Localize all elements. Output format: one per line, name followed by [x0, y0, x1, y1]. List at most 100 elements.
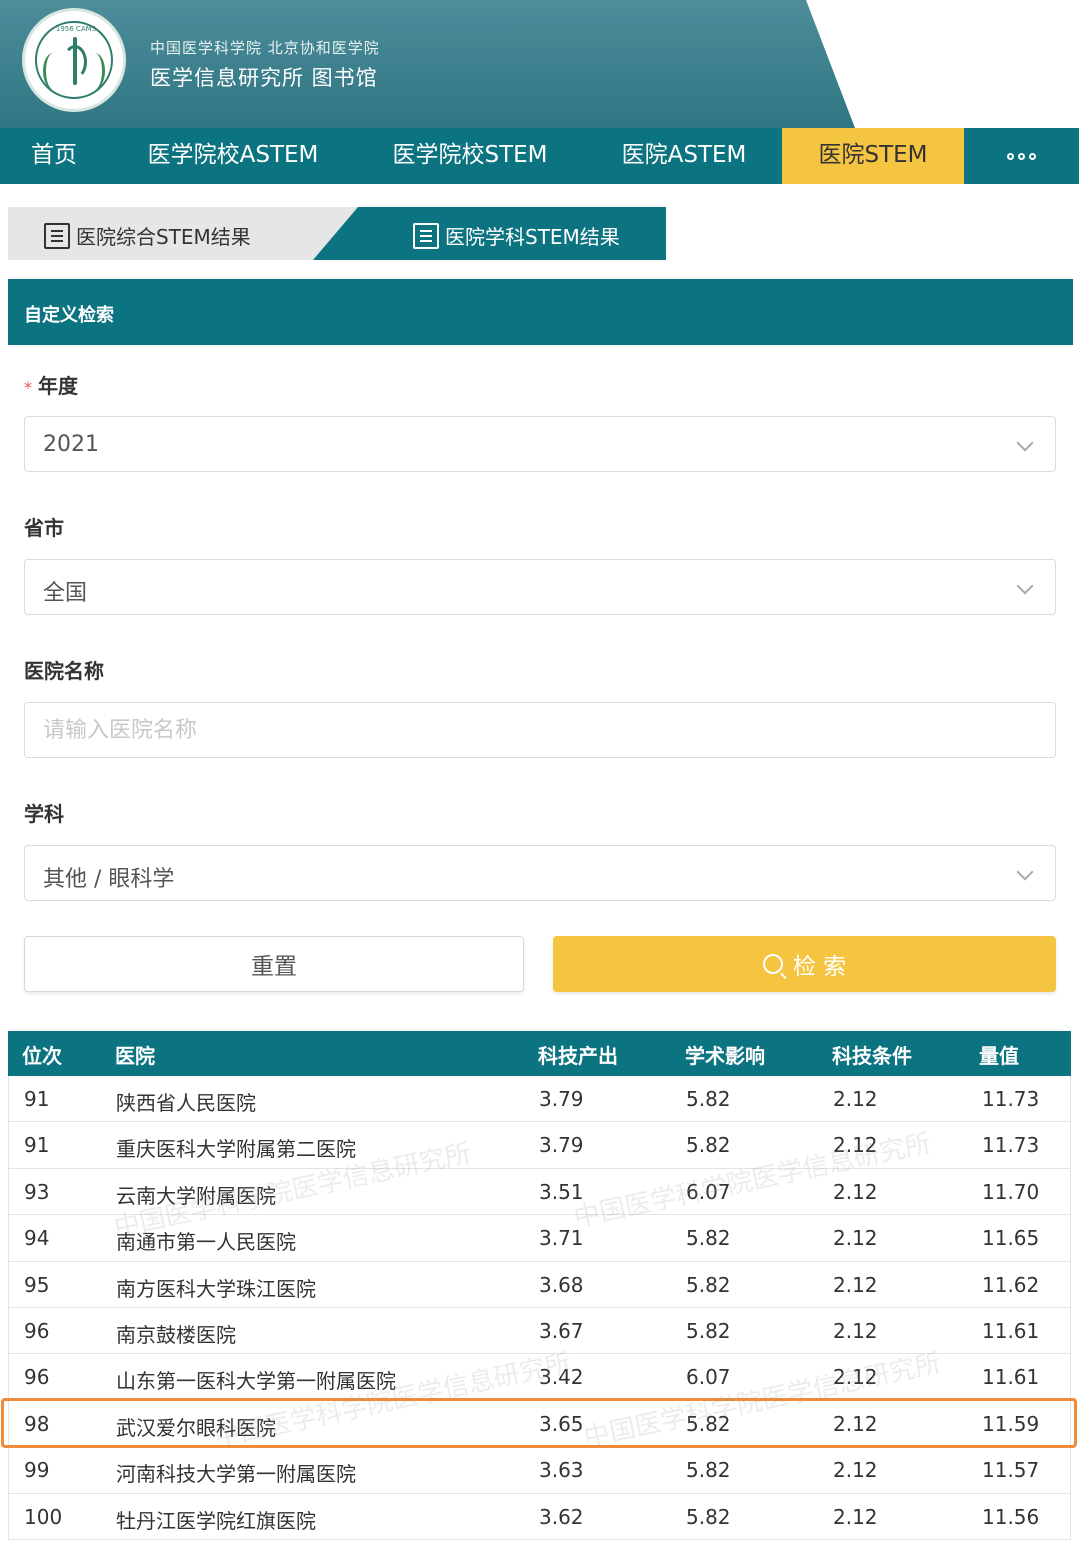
cell-score: 11.70: [982, 1179, 1040, 1204]
cell-rank: 100: [24, 1504, 63, 1529]
table-row[interactable]: 100 牡丹江医学院红旗医院 3.62 5.82 2.12 11.56: [8, 1493, 1071, 1540]
more-dots-icon[interactable]: [980, 128, 1062, 184]
cell-rank: 95: [24, 1272, 50, 1297]
province-label: 省市: [24, 516, 64, 540]
cell-impact: 6.07: [686, 1179, 731, 1204]
reset-button-label: 重置: [251, 954, 297, 980]
hospital-name-input[interactable]: [25, 703, 1055, 757]
reset-button[interactable]: 重置: [24, 936, 524, 992]
cell-output: 3.79: [539, 1087, 584, 1111]
cell-conditions: 2.12: [833, 1179, 878, 1204]
cell-hospital: 南京鼓楼医院: [116, 1322, 236, 1347]
institution-logo[interactable]: 1956 CAMS: [22, 8, 126, 112]
table-body: 91 陕西省人民医院 3.79 5.82 2.12 11.73 91 重庆医科大学附属第二医院…: [8, 1076, 1071, 1540]
cell-score: 11.57: [982, 1458, 1040, 1483]
cell-hospital: 南方医科大学珠江医院: [116, 1276, 316, 1301]
subject-label: 学科: [24, 802, 64, 826]
table-row[interactable]: 91 陕西省人民医院 3.79 5.82 2.12 11.73: [8, 1076, 1071, 1123]
cell-output: 3.71: [539, 1226, 584, 1251]
search-button[interactable]: 检 索: [553, 936, 1056, 992]
cell-impact: 6.07: [686, 1365, 731, 1390]
year-label: * 年度: [24, 374, 78, 398]
cell-conditions: 2.12: [833, 1226, 878, 1251]
nav-item-home[interactable]: 首页: [0, 128, 108, 184]
table-header: 位次 医院 科技产出 学术影响 科技条件 量值: [8, 1031, 1071, 1076]
cell-score: 11.73: [982, 1087, 1040, 1111]
tab-label: 医院学科STEM结果: [445, 225, 620, 249]
cell-output: 3.63: [539, 1458, 584, 1483]
province-select[interactable]: 全国: [24, 559, 1056, 615]
table-row[interactable]: 93 云南大学附属医院 3.51 6.07 2.12 11.70: [8, 1168, 1071, 1216]
province-select-value: 全国: [43, 581, 88, 606]
cell-impact: 5.82: [686, 1318, 731, 1343]
cell-conditions: 2.12: [833, 1458, 878, 1483]
cell-hospital: 南通市第一人民医院: [116, 1230, 296, 1255]
cell-conditions: 2.12: [833, 1087, 878, 1111]
col-header-conditions[interactable]: 科技条件: [832, 1040, 912, 1069]
logo-text: 1956 CAMS: [55, 25, 97, 33]
hospital-name-label: 医院名称: [24, 659, 104, 683]
year-select-value: 2021: [43, 432, 99, 457]
cell-conditions: 2.12: [833, 1504, 878, 1529]
site-header: 1956 CAMS 中国医学科学院 北京协和医学院 医学信息研究所 图书馆: [0, 0, 1079, 128]
tab-hospital-overall-stem[interactable]: 医院综合STEM结果: [8, 207, 358, 260]
table-row[interactable]: 95 南方医科大学珠江医院 3.68 5.82 2.12 11.62: [8, 1261, 1071, 1308]
required-mark: *: [24, 378, 32, 397]
cell-hospital: 牡丹江医学院红旗医院: [116, 1508, 316, 1533]
cell-conditions: 2.12: [833, 1133, 878, 1158]
cell-hospital: 重庆医科大学附属第二医院: [116, 1137, 356, 1162]
cell-output: 3.62: [539, 1504, 584, 1529]
table-row[interactable]: 99 河南科技大学第一附属医院 3.63 5.82 2.12 11.57: [8, 1447, 1071, 1494]
cell-score: 11.62: [982, 1272, 1040, 1297]
nav-item-hospital-astem[interactable]: 医院ASTEM: [596, 128, 772, 184]
col-header-impact[interactable]: 学术影响: [685, 1040, 765, 1069]
nav-item-hospital-stem[interactable]: 医院STEM: [782, 128, 964, 184]
cell-score: 11.73: [982, 1133, 1040, 1158]
cell-conditions: 2.12: [833, 1318, 878, 1343]
cell-rank: 99: [24, 1458, 50, 1483]
search-icon: [762, 954, 783, 974]
cell-hospital: 陕西省人民医院: [116, 1091, 256, 1115]
year-select[interactable]: 2021: [24, 416, 1056, 472]
tab-label: 医院综合STEM结果: [76, 225, 251, 249]
table-row[interactable]: 96 南京鼓楼医院 3.67 5.82 2.12 11.61: [8, 1307, 1071, 1355]
cell-score: 11.65: [982, 1226, 1040, 1251]
col-header-output[interactable]: 科技产出: [538, 1040, 618, 1069]
table-row[interactable]: 96 山东第一医科大学第一附属医院 3.42 6.07 2.12 11.61: [8, 1354, 1071, 1401]
cell-output: 3.79: [539, 1133, 584, 1158]
cell-rank: 91: [24, 1133, 50, 1158]
search-panel-header: 自定义检索: [8, 279, 1073, 345]
cell-rank: 91: [24, 1087, 50, 1111]
cell-impact: 5.82: [686, 1504, 731, 1529]
cell-rank: 93: [24, 1179, 50, 1204]
cell-rank: 96: [24, 1318, 50, 1343]
cell-rank: 96: [24, 1365, 50, 1390]
subject-select[interactable]: 其他 / 眼科学: [24, 845, 1056, 901]
col-header-hospital[interactable]: 医院: [115, 1040, 155, 1069]
table-row[interactable]: 91 重庆医科大学附属第二医院 3.79 5.82 2.12 11.73: [8, 1122, 1071, 1169]
hospital-name-field: [24, 702, 1056, 758]
tab-hospital-subject-stem[interactable]: 医院学科STEM结果: [313, 207, 666, 260]
subject-select-value: 其他 / 眼科学: [43, 867, 175, 892]
cell-output: 3.51: [539, 1179, 584, 1204]
cell-hospital: 河南科技大学第一附属医院: [116, 1462, 356, 1487]
nav-item-college-stem[interactable]: 医学院校STEM: [360, 128, 580, 184]
document-icon: [413, 222, 439, 249]
org-name-line2: 医学信息研究所 图书馆: [150, 66, 378, 90]
cell-hospital: 云南大学附属医院: [116, 1183, 276, 1208]
table-row[interactable]: 94 南通市第一人民医院 3.71 5.82 2.12 11.65: [8, 1215, 1071, 1262]
chevron-down-icon: [1016, 434, 1034, 452]
cell-impact: 5.82: [686, 1133, 731, 1158]
search-panel-title: 自定义检索: [24, 305, 114, 326]
cell-score: 11.61: [982, 1365, 1040, 1390]
cell-hospital: 山东第一医科大学第一附属医院: [116, 1369, 396, 1394]
nav-item-college-astem[interactable]: 医学院校ASTEM: [118, 128, 348, 184]
header-banner: [0, 0, 855, 128]
hospital-building-icon: [44, 222, 70, 249]
cell-score: 11.61: [982, 1318, 1040, 1343]
cell-impact: 5.82: [686, 1226, 731, 1251]
main-nav: 首页 医学院校ASTEM 医学院校STEM 医院ASTEM 医院STEM: [0, 128, 1079, 184]
col-header-rank[interactable]: 位次: [22, 1040, 62, 1069]
results-table: 位次 医院 科技产出 学术影响 科技条件 量值 91 陕西省人民医院 3.79 5.8…: [8, 1031, 1071, 1540]
col-header-score[interactable]: 量值: [979, 1040, 1019, 1069]
